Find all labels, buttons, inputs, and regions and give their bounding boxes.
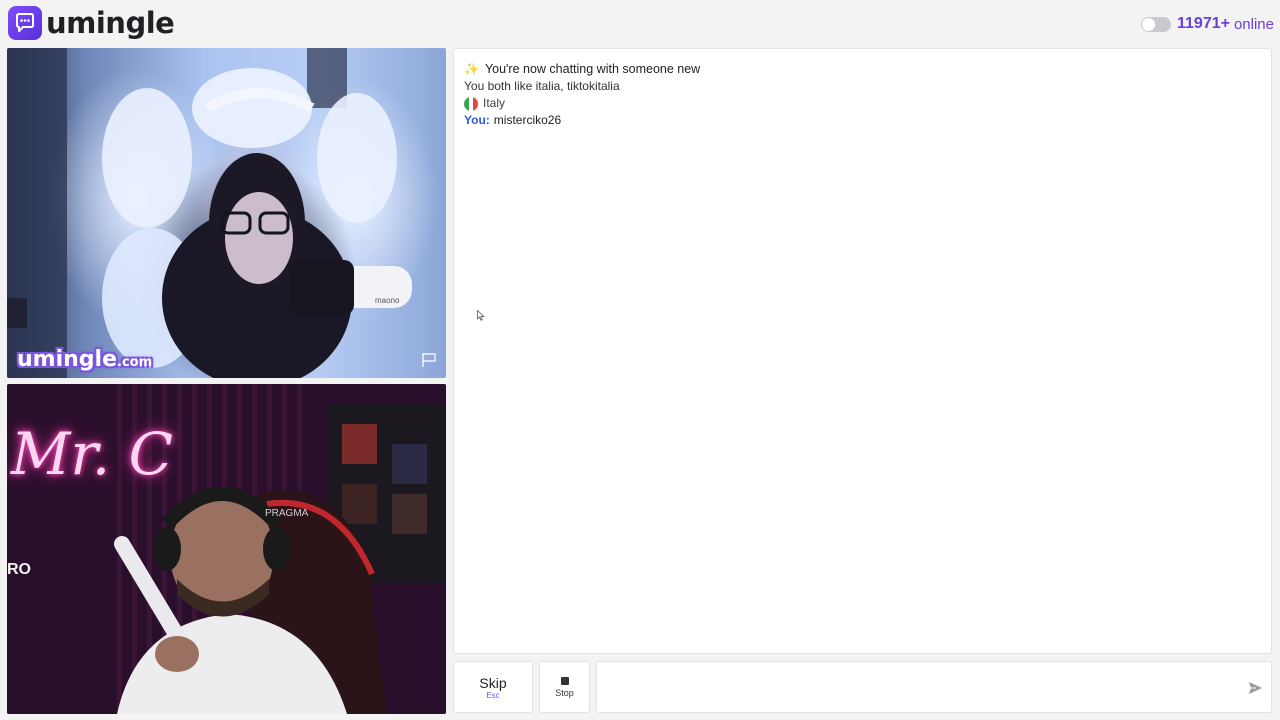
country-name: Italy bbox=[483, 96, 506, 110]
message-box bbox=[596, 661, 1272, 713]
chat-bubble-icon bbox=[8, 6, 42, 40]
italy-flag-icon bbox=[464, 96, 478, 111]
stranger-video: maono umingle.com bbox=[7, 48, 446, 378]
stop-button[interactable]: Stop bbox=[539, 661, 590, 713]
online-count: 11971+ bbox=[1177, 15, 1230, 32]
toggle-knob bbox=[1142, 17, 1155, 31]
watermark-main: umingle bbox=[17, 347, 117, 372]
stop-square-icon bbox=[560, 676, 569, 685]
logo[interactable]: umingle bbox=[8, 6, 175, 40]
skip-button[interactable]: Skip Esc bbox=[453, 661, 533, 713]
message-text: misterciko26 bbox=[493, 113, 562, 127]
skip-label: Skip bbox=[479, 674, 507, 691]
stop-label: Stop bbox=[555, 687, 574, 698]
sparkle-icon: ✨ bbox=[464, 62, 479, 76]
svg-text:maono: maono bbox=[375, 296, 400, 305]
svg-text:RO: RO bbox=[7, 561, 31, 578]
stranger-video-scene: maono bbox=[7, 48, 412, 378]
mouse-cursor-icon bbox=[477, 310, 485, 321]
intro-text: You're now chatting with someone new bbox=[484, 62, 701, 76]
message-input[interactable] bbox=[605, 670, 1239, 706]
watermark-suffix: .com bbox=[117, 355, 153, 370]
common-interests-message: You both like italia, tiktokitalia bbox=[464, 79, 620, 93]
header: umingle 11971+ online bbox=[0, 0, 1280, 46]
theme-toggle[interactable] bbox=[1141, 16, 1171, 32]
chat-log: ✨ You're now chatting with someone new Y… bbox=[453, 48, 1272, 654]
message-sender: You: bbox=[464, 113, 490, 127]
logo-text: umingle bbox=[46, 6, 175, 40]
chat-message: You: misterciko26 bbox=[464, 112, 700, 129]
self-video: RO PRAGMA Mr. C bbox=[7, 384, 446, 714]
skip-shortcut-hint: Esc bbox=[486, 690, 500, 700]
system-intro-message: ✨ You're now chatting with someone new bbox=[464, 61, 700, 78]
flag-icon[interactable] bbox=[420, 352, 438, 368]
control-bar: Skip Esc Stop bbox=[453, 661, 1272, 713]
country-message: Italy bbox=[464, 95, 700, 112]
online-label: online bbox=[1233, 15, 1274, 33]
svg-text:PRAGMA: PRAGMA bbox=[265, 508, 309, 519]
chat-lines: ✨ You're now chatting with someone new Y… bbox=[464, 61, 700, 129]
online-status: 11971+ online bbox=[1141, 12, 1274, 36]
neon-sign: Mr. C bbox=[11, 420, 173, 488]
site-watermark: umingle.com bbox=[17, 347, 152, 372]
send-arrow-icon[interactable] bbox=[1247, 680, 1263, 696]
